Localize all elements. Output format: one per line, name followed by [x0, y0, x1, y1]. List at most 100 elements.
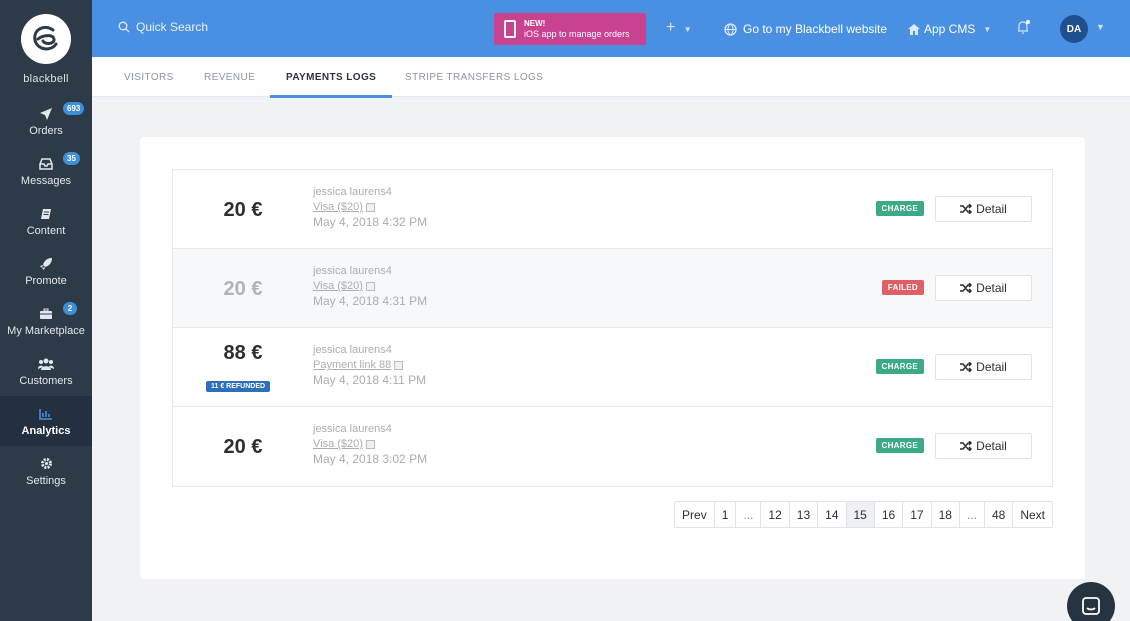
chat-icon	[1082, 597, 1100, 615]
add-menu-button[interactable]: + ▼	[666, 19, 692, 37]
gear-icon	[40, 456, 53, 472]
external-link-icon	[365, 282, 375, 291]
avatar[interactable]: DA	[1060, 15, 1088, 43]
tab-payments-logs[interactable]: PAYMENTS LOGS	[269, 57, 393, 98]
sidebar-item-orders[interactable]: Orders 693	[0, 96, 92, 146]
pagination-page[interactable]: 13	[789, 502, 819, 527]
payment-method-label: Visa ($20)	[313, 201, 363, 213]
chevron-down-icon: ▼	[683, 25, 692, 34]
payment-amount: 20 €	[223, 278, 263, 300]
send-icon	[39, 106, 53, 122]
payment-date: May 4, 2018 3:02 PM	[313, 452, 428, 466]
shuffle-icon	[960, 362, 973, 372]
external-link-icon	[394, 361, 404, 370]
bell-icon	[1018, 20, 1030, 34]
pagination-page[interactable]: 14	[818, 502, 847, 527]
quick-search[interactable]	[118, 20, 336, 34]
refunded-badge: 11 € REFUNDED	[206, 381, 271, 392]
detail-button[interactable]: Detail	[935, 196, 1032, 222]
chat-launcher-button[interactable]	[1067, 582, 1115, 621]
sidebar-item-label: Settings	[26, 474, 66, 487]
pagination-page[interactable]: 18	[931, 502, 960, 527]
sidebar-item-my-marketplace[interactable]: My Marketplace 2	[0, 296, 92, 346]
orders-count-badge: 693	[63, 102, 85, 115]
payment-row: 20 € jessica laurens4 Visa ($20) May 4, …	[173, 249, 1052, 328]
users-icon	[38, 356, 54, 372]
chevron-down-icon[interactable]: ▼	[1096, 22, 1105, 32]
pagination-ellipsis: ...	[959, 502, 985, 527]
customer-name: jessica laurens4	[313, 186, 392, 198]
status-badge: CHARGE	[875, 201, 924, 216]
sidebar-item-analytics[interactable]: Analytics	[0, 396, 92, 446]
payment-date: May 4, 2018 4:32 PM	[313, 215, 428, 229]
top-bar: NEW! iOS app to manage orders + ▼ Go to …	[92, 0, 1130, 57]
notifications-button[interactable]	[1016, 19, 1032, 40]
detail-button-label: Detail	[976, 439, 1007, 453]
payment-date: May 4, 2018 4:11 PM	[313, 373, 427, 387]
sidebar-item-label: Analytics	[21, 424, 71, 437]
tab-visitors[interactable]: VISITORS	[124, 57, 174, 97]
pagination-page[interactable]: 48	[984, 502, 1014, 527]
promo-new-label: NEW!	[524, 19, 546, 28]
detail-button-label: Detail	[976, 360, 1007, 374]
sidebar-item-settings[interactable]: Settings	[0, 446, 92, 496]
pagination-prev[interactable]: Prev	[675, 502, 715, 527]
inbox-icon	[39, 156, 53, 172]
detail-button[interactable]: Detail	[935, 275, 1032, 301]
tab-stripe-transfers-logs[interactable]: STRIPE TRANSFERS LOGS	[405, 57, 543, 97]
pagination-page[interactable]: 12	[761, 502, 790, 527]
go-to-website-link[interactable]: Go to my Blackbell website	[724, 22, 887, 36]
payment-amount: 20 €	[223, 436, 263, 458]
tab-revenue[interactable]: REVENUE	[204, 57, 255, 97]
pagination-page[interactable]: 16	[874, 502, 904, 527]
pagination-next[interactable]: Next	[1013, 502, 1052, 527]
search-input[interactable]	[136, 20, 336, 34]
brand-name: blackbell	[23, 73, 69, 85]
pagination-page[interactable]: 17	[903, 502, 932, 527]
app-cms-menu[interactable]: App CMS ▼	[908, 22, 991, 36]
ios-app-promo-button[interactable]: NEW! iOS app to manage orders	[494, 13, 646, 45]
payment-row: 20 € jessica laurens4 Visa ($20) May 4, …	[173, 407, 1052, 486]
bar-chart-icon	[39, 406, 53, 422]
website-link-label: Go to my Blackbell website	[743, 22, 888, 36]
payment-method-label: Payment link 88	[313, 359, 392, 371]
analytics-tabs: VISITORS REVENUE PAYMENTS LOGS STRIPE TR…	[92, 57, 1130, 98]
sidebar-item-messages[interactable]: Messages 35	[0, 146, 92, 196]
pagination: Prev 1 ... 12 13 14 15 16 17 18 ... 48 N…	[674, 501, 1053, 528]
sidebar-item-label: My Marketplace	[7, 324, 85, 337]
sidebar-item-label: Content	[26, 224, 66, 237]
shuffle-icon	[960, 204, 973, 214]
briefcase-icon	[39, 306, 53, 322]
phone-icon	[504, 20, 516, 38]
shuffle-icon	[960, 283, 973, 293]
blackbell-logo-icon	[21, 14, 71, 64]
customer-name: jessica laurens4	[313, 265, 392, 277]
book-icon	[40, 206, 52, 222]
pagination-page[interactable]: 1	[714, 502, 737, 527]
status-badge: FAILED	[881, 280, 924, 295]
status-badge: CHARGE	[875, 359, 924, 374]
pagination-page-current[interactable]: 15	[846, 502, 875, 527]
payment-amount: 88 €	[223, 342, 263, 364]
detail-button[interactable]: Detail	[935, 354, 1032, 380]
home-icon	[908, 23, 920, 35]
sidebar-item-promote[interactable]: Promote	[0, 246, 92, 296]
detail-button[interactable]: Detail	[935, 433, 1032, 459]
payment-method-link[interactable]: Payment link 88	[313, 358, 404, 373]
sidebar-item-content[interactable]: Content	[0, 196, 92, 246]
chevron-down-icon: ▼	[983, 24, 992, 34]
customer-name: jessica laurens4	[313, 344, 392, 356]
payment-amount: 20 €	[223, 199, 263, 221]
sidebar-item-customers[interactable]: Customers	[0, 346, 92, 396]
payment-method-link[interactable]: Visa ($20)	[313, 279, 375, 294]
logo[interactable]: blackbell	[0, 0, 92, 96]
external-link-icon	[365, 440, 375, 449]
sidebar-item-label: Promote	[25, 274, 67, 287]
payment-method-link[interactable]: Visa ($20)	[313, 437, 375, 452]
promo-text: iOS app to manage orders	[524, 29, 630, 39]
detail-button-label: Detail	[976, 281, 1007, 295]
customer-name: jessica laurens4	[313, 423, 392, 435]
sidebar-item-label: Messages	[20, 174, 72, 187]
globe-icon	[724, 22, 737, 36]
payment-method-link[interactable]: Visa ($20)	[313, 200, 375, 215]
